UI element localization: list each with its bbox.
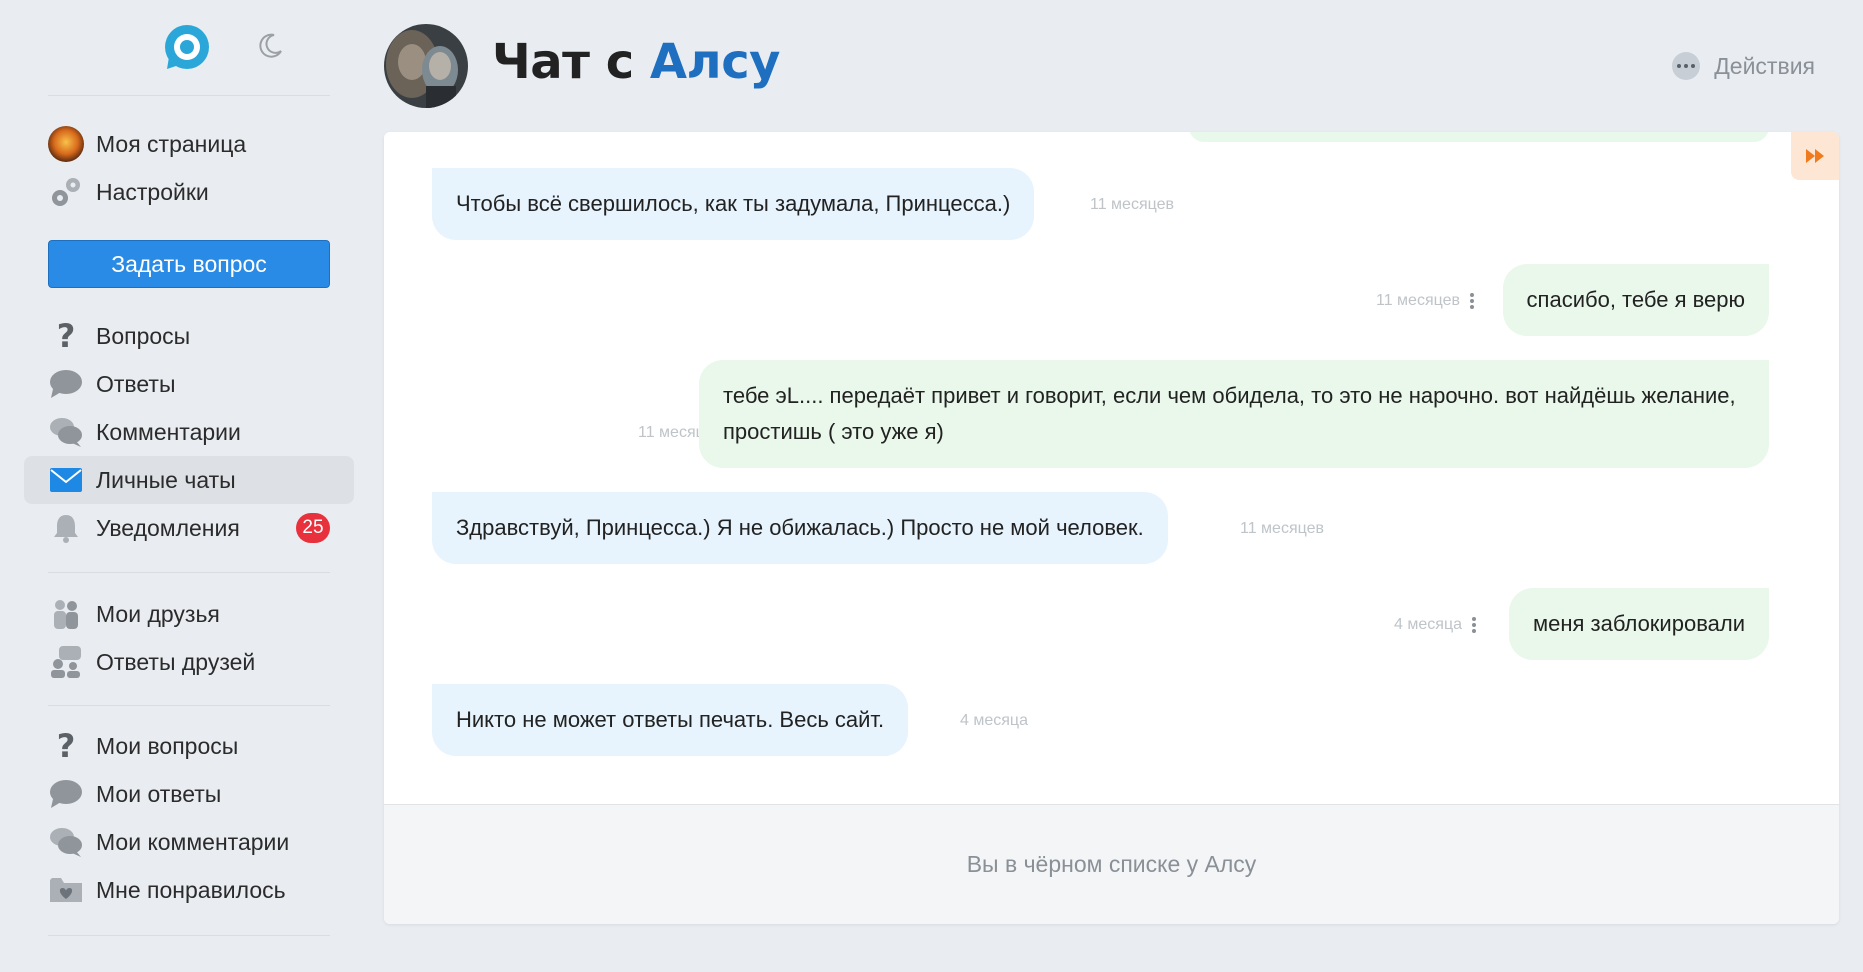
sidebar-item-label: Личные чаты xyxy=(96,466,236,493)
message-bubble-outgoing: спасибо, тебе я верю xyxy=(1502,264,1769,336)
speech-bubble-icon xyxy=(48,366,84,402)
message-text: Чтобы всё свершилось, как ты задумала, П… xyxy=(456,191,1011,216)
actions-label: Действия xyxy=(1714,52,1815,79)
message-bubble-outgoing: меня заблокировали xyxy=(1509,588,1769,660)
speech-bubble-icon xyxy=(48,776,84,812)
chat-panel: Чтобы всё свершилось, как ты задумала, П… xyxy=(384,132,1839,924)
sidebar-item-label: Мои друзья xyxy=(96,600,220,627)
moon-icon[interactable] xyxy=(256,32,284,60)
sidebar-item-my-questions[interactable]: ? Мои вопросы xyxy=(24,722,354,770)
chat-partner-avatar[interactable] xyxy=(384,24,468,108)
message-menu-icon[interactable] xyxy=(1472,617,1476,633)
actions-button[interactable]: Действия xyxy=(1672,48,1815,84)
sidebar-item-my-friends[interactable]: Мои друзья xyxy=(24,590,354,638)
divider xyxy=(48,572,330,573)
sidebar-item-questions[interactable]: ? Вопросы xyxy=(24,312,354,360)
message-meta: 11 месяцев xyxy=(1240,520,1324,538)
sidebar-item-label: Ответы xyxy=(96,370,176,397)
sidebar-top xyxy=(48,0,330,96)
message-meta: 11 месяцев xyxy=(1376,292,1474,310)
logo-ring-icon[interactable] xyxy=(163,23,211,71)
sidebar-item-friends-answers[interactable]: Ответы друзей xyxy=(24,638,354,686)
chat-partner-name-link[interactable]: Алсу xyxy=(650,34,781,90)
message-text: Здравствуй, Принцесса.) Я не обижалась.)… xyxy=(456,515,1144,540)
divider xyxy=(48,705,330,706)
message-menu-icon[interactable] xyxy=(1470,293,1474,309)
message-text: спасибо, тебе я верю xyxy=(1526,287,1745,312)
divider xyxy=(48,935,330,936)
gears-icon xyxy=(48,174,84,210)
ask-question-button[interactable]: Задать вопрос xyxy=(48,240,330,288)
blocked-notice: Вы в чёрном списке у Алсу xyxy=(384,804,1839,924)
sidebar-item-notifications[interactable]: Уведомления 25 xyxy=(24,504,354,552)
sidebar-item-label: Вопросы xyxy=(96,322,191,349)
sidebar-item-label: Мне понравилось xyxy=(96,876,286,903)
sidebar-item-label: Ответы друзей xyxy=(96,648,256,675)
scroll-to-latest-button[interactable] xyxy=(1791,132,1839,180)
heart-folder-icon xyxy=(48,872,84,908)
message-text: тебе эL.... передаёт привет и говорит, е… xyxy=(723,383,1736,444)
message-time: 11 месяцев xyxy=(1090,196,1174,213)
sidebar: Моя страница Настройки Задать вопрос ? В… xyxy=(0,0,360,972)
message-text: меня заблокировали xyxy=(1533,611,1745,636)
question-icon: ? xyxy=(56,727,76,765)
fast-forward-icon xyxy=(1806,149,1824,163)
message-meta: 11 месяцев xyxy=(1090,196,1174,214)
sidebar-item-my-answers[interactable]: Мои ответы xyxy=(24,770,354,818)
sidebar-item-comments[interactable]: Комментарии xyxy=(24,408,354,456)
message-time: 11 месяцев xyxy=(1240,520,1324,537)
friends-icon xyxy=(48,596,84,632)
message-bubble-outgoing xyxy=(1189,132,1769,142)
message-time: 4 месяца xyxy=(1394,616,1462,633)
sidebar-item-label: Мои вопросы xyxy=(96,732,239,759)
sidebar-item-label: Настройки xyxy=(96,178,209,205)
title-prefix: Чат с xyxy=(492,34,634,90)
message-meta: 4 месяца xyxy=(960,712,1028,730)
question-icon: ? xyxy=(56,317,76,355)
message-time: 4 месяца xyxy=(960,712,1028,729)
avatar-icon xyxy=(48,126,84,162)
page-title: Чат с Алсу xyxy=(492,34,780,90)
sidebar-item-private-chats[interactable]: Личные чаты xyxy=(24,456,354,504)
sidebar-item-settings[interactable]: Настройки xyxy=(24,168,354,216)
message-bubble-outgoing: тебе эL.... передаёт привет и говорит, е… xyxy=(699,360,1769,468)
sidebar-item-label: Мои комментарии xyxy=(96,828,290,855)
message-bubble-incoming: Здравствуй, Принцесса.) Я не обижалась.)… xyxy=(432,492,1168,564)
sidebar-item-label: Уведомления xyxy=(96,514,240,541)
comments-icon xyxy=(48,414,84,450)
sidebar-item-label: Комментарии xyxy=(96,418,241,445)
notifications-count-badge: 25 xyxy=(296,513,330,543)
sidebar-item-label: Мои ответы xyxy=(96,780,222,807)
comments-icon xyxy=(48,824,84,860)
sidebar-item-my-page[interactable]: Моя страница xyxy=(24,120,354,168)
sidebar-item-liked[interactable]: Мне понравилось xyxy=(24,866,354,914)
message-meta: 4 месяца xyxy=(1394,616,1476,634)
sidebar-item-my-comments[interactable]: Мои комментарии xyxy=(24,818,354,866)
message-time: 11 месяцев xyxy=(1376,292,1460,309)
message-bubble-incoming: Никто не может ответы печать. Весь сайт. xyxy=(432,684,909,756)
message-bubble-incoming: Чтобы всё свершилось, как ты задумала, П… xyxy=(432,168,1035,240)
friends-answers-icon xyxy=(48,644,84,680)
more-icon xyxy=(1672,52,1701,80)
message-text: Никто не может ответы печать. Весь сайт. xyxy=(456,707,885,732)
blocked-notice-text: Вы в чёрном списке у Алсу xyxy=(966,851,1257,877)
sidebar-item-answers[interactable]: Ответы xyxy=(24,360,354,408)
bell-icon xyxy=(48,510,84,546)
sidebar-item-label: Моя страница xyxy=(96,130,247,157)
envelope-icon xyxy=(48,462,84,498)
